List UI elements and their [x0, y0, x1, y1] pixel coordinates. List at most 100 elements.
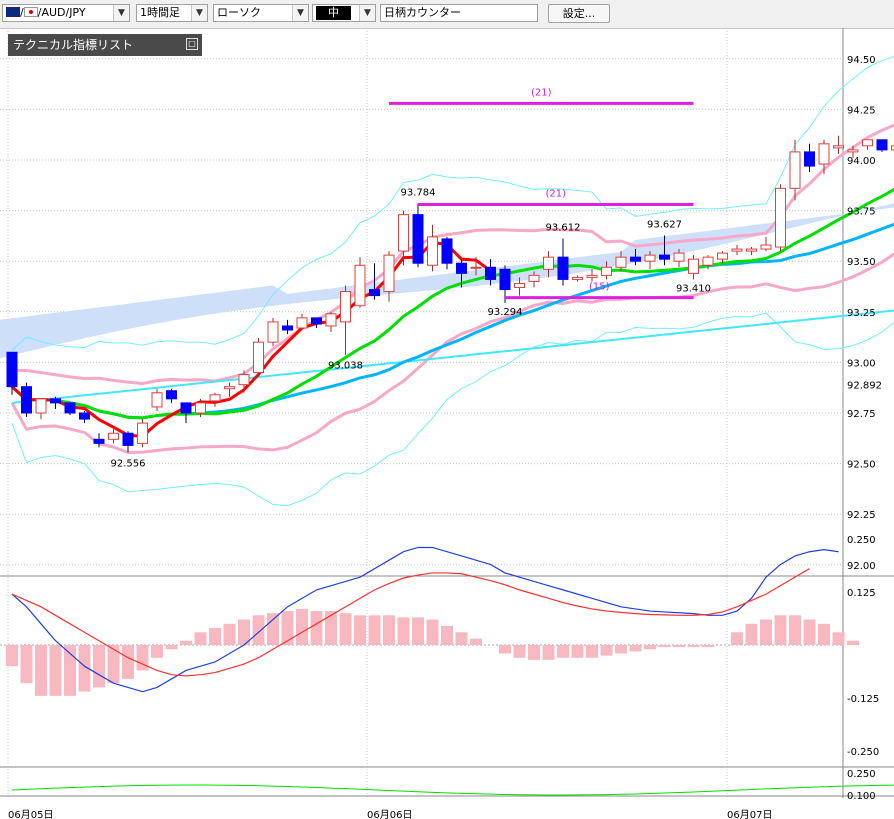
y-tick-label: 93.50: [847, 257, 876, 268]
x-tick-label: 06月05日: [8, 809, 53, 819]
histogram-bar: [542, 645, 555, 660]
histogram-bar: [513, 645, 526, 658]
candle-body: [21, 386, 32, 414]
price-label: 92.556: [111, 458, 146, 469]
candle-body: [383, 254, 395, 293]
counter-label: (15): [589, 282, 610, 293]
candle-body: [688, 258, 699, 274]
macd-line: [11, 546, 839, 693]
candle-body: [35, 398, 47, 414]
histogram-bar: [35, 645, 47, 696]
chevron-down-icon[interactable]: ▼: [359, 5, 375, 21]
histogram-bar: [93, 645, 105, 688]
chart-area: 93.784 93.612 93.627 93.294 93.410 93.038 92.5…: [0, 28, 894, 819]
histogram-bar: [832, 632, 845, 645]
candle-body: [818, 143, 830, 165]
candle-body: [340, 291, 351, 323]
candle-body: [166, 390, 177, 400]
candle-body: [746, 248, 757, 252]
histogram-bar: [122, 645, 134, 679]
candle-body: [659, 254, 670, 260]
chevron-down-icon[interactable]: ▼: [113, 5, 129, 21]
chart-type-select[interactable]: ローソク ▼: [213, 4, 309, 22]
candle-body: [195, 402, 206, 414]
timeframe-label: 1時間足: [140, 6, 180, 19]
candle-body: [847, 149, 859, 153]
collapse-icon[interactable]: □: [186, 38, 198, 50]
histogram-bar: [383, 615, 395, 645]
symbol-label: AUD/JPY: [41, 6, 86, 19]
flag-au-icon: [6, 7, 20, 17]
candle-body: [325, 313, 337, 327]
chevron-down-icon[interactable]: ▼: [292, 5, 308, 21]
chevron-down-icon[interactable]: ▼: [191, 5, 207, 21]
y-tick-label: 92.25: [847, 510, 876, 521]
histogram-bar: [644, 645, 656, 650]
candle-body: [209, 394, 221, 402]
candle-body: [717, 252, 728, 260]
candle-body: [673, 252, 685, 262]
flag-jp-icon: [23, 7, 38, 17]
candle-body: [630, 256, 641, 262]
candle-body: [775, 187, 786, 248]
osc-tick-label: 0.100: [847, 791, 876, 802]
y-tick-label: 93.25: [847, 308, 876, 319]
y-tick-label: 92.50: [847, 460, 876, 471]
histogram-bar: [803, 619, 816, 645]
y-tick-label: 94.00: [847, 156, 876, 167]
histogram-bar: [731, 632, 743, 645]
osc-tick-label: 0.250: [847, 769, 876, 780]
price-label: 93.627: [647, 219, 682, 230]
tech-list-label: テクニカル指標リスト: [13, 38, 134, 52]
candle-body: [282, 325, 293, 331]
price-label: 93.410: [676, 283, 711, 294]
candle-body: [485, 266, 496, 280]
candle-body: [296, 317, 308, 329]
histogram-bar: [470, 638, 482, 645]
histogram-bar: [745, 623, 758, 645]
histogram-bar: [412, 617, 424, 645]
histogram-bar: [267, 613, 279, 645]
candle-body: [267, 321, 279, 343]
histogram-bar: [151, 645, 163, 658]
price-label: 93.612: [546, 223, 581, 234]
histogram-bar: [194, 632, 207, 645]
size-select[interactable]: 中 ▼: [312, 4, 376, 22]
candle-body: [6, 351, 18, 388]
histogram-bar: [789, 615, 801, 645]
candle-body: [441, 238, 453, 264]
candle-body: [108, 432, 119, 440]
ichimoku-cloud: [0, 203, 894, 359]
candle-body: [862, 139, 873, 147]
histogram-bar: [281, 611, 294, 645]
chart-type-label: ローソク: [217, 6, 261, 19]
macd-tick-label: -0.125: [847, 694, 879, 705]
candle-body: [557, 256, 569, 280]
symbol-select[interactable]: //AUD/JPY ▼: [2, 4, 130, 22]
y-tick-label: 93.75: [847, 207, 876, 218]
histogram-bar: [310, 611, 323, 645]
candle-body: [615, 256, 627, 268]
grid: [0, 28, 894, 798]
current-price-label: 92.892: [847, 380, 882, 391]
candle-body: [79, 412, 90, 420]
counter-field[interactable]: 日柄カウンター: [380, 4, 538, 22]
candle-body: [876, 139, 888, 151]
candle-body: [412, 214, 424, 264]
counter-label: (21): [531, 87, 552, 98]
histogram-bar: [600, 645, 613, 656]
settings-button[interactable]: 設定...: [548, 4, 610, 23]
price-label: 93.784: [401, 188, 436, 199]
histogram-bar: [629, 645, 642, 652]
timeframe-select[interactable]: 1時間足 ▼: [136, 4, 208, 22]
x-tick-label: 06月07日: [727, 809, 772, 819]
candle-body: [760, 244, 772, 250]
histogram-bar: [6, 645, 18, 667]
histogram-bar: [658, 645, 671, 648]
histogram-bar: [64, 645, 76, 696]
histogram-bar: [325, 611, 337, 645]
candlesticks: [6, 135, 894, 453]
tech-indicator-list-button[interactable]: テクニカル指標リスト □: [8, 34, 202, 56]
y-tick-label: 94.50: [847, 55, 876, 66]
candle-body: [731, 248, 743, 252]
